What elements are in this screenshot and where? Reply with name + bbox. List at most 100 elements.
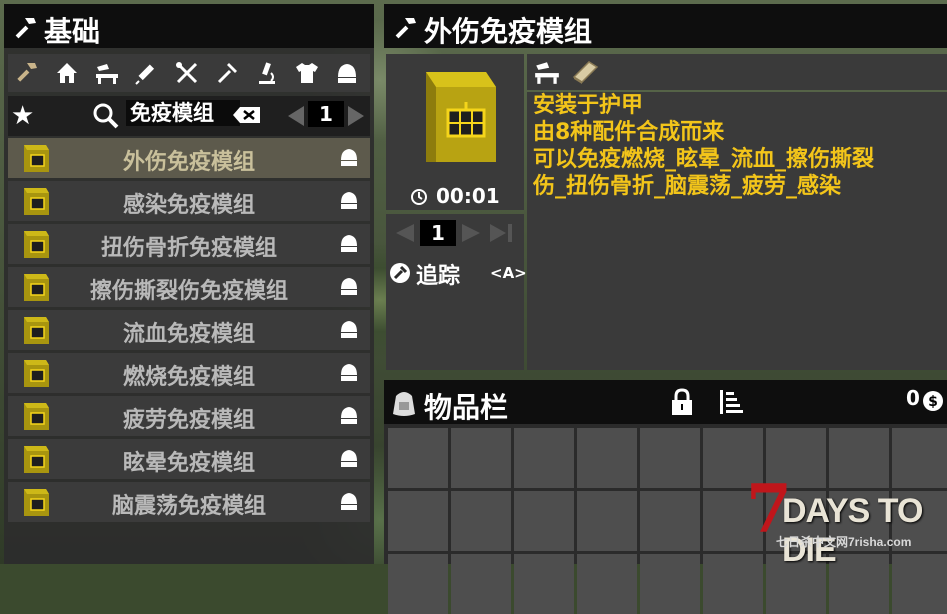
- microscope-icon[interactable]: [252, 58, 282, 88]
- inventory-title: 物品栏: [424, 391, 509, 424]
- shirt-icon[interactable]: [292, 58, 322, 88]
- sort-icon[interactable]: [718, 388, 744, 416]
- inventory-slot[interactable]: [388, 491, 448, 551]
- inventory-slot[interactable]: [514, 428, 574, 488]
- description-line: 可以免疫燃烧_眩晕_流血_擦伤撕裂: [533, 147, 875, 172]
- description-line: 伤_扭伤骨折_脑震荡_疲劳_感染: [533, 174, 842, 199]
- next-page-icon[interactable]: [346, 104, 368, 128]
- svg-text:$: $: [928, 394, 938, 410]
- recipe-row[interactable]: 擦伤撕裂伤免疫模组: [8, 267, 370, 307]
- craft-quantity[interactable]: 1: [420, 220, 456, 246]
- helmet-icon: [341, 235, 357, 252]
- watermark-text: 七日杀中文网7risha.com: [776, 535, 912, 549]
- immunity-mod-icon: [24, 446, 49, 473]
- recipe-row[interactable]: 疲劳免疫模组: [8, 396, 370, 436]
- track-button[interactable]: 追踪: [416, 258, 460, 290]
- helmet-icon: [341, 321, 357, 338]
- qty-prev-icon[interactable]: [392, 222, 416, 244]
- inventory-slot[interactable]: [388, 554, 448, 614]
- description-line: 安装于护甲: [533, 93, 644, 118]
- recipe-label: 擦伤撕裂伤免疫模组: [89, 279, 288, 304]
- recipe-label: 眩晕免疫模组: [122, 451, 255, 476]
- favorite-star-icon[interactable]: ★: [11, 101, 34, 131]
- recipe-label: 外伤免疫模组: [122, 150, 255, 175]
- inventory-slot[interactable]: [640, 428, 700, 488]
- immunity-mod-icon: [24, 145, 49, 172]
- inventory-slot[interactable]: [577, 554, 637, 614]
- recipe-row[interactable]: 扭伤骨折免疫模组: [8, 224, 370, 264]
- inventory-slot[interactable]: [640, 554, 700, 614]
- inventory-slot[interactable]: [892, 428, 947, 488]
- recipe-row[interactable]: 眩晕免疫模组: [8, 439, 370, 479]
- detail-header: 外伤免疫模组: [384, 4, 947, 48]
- inventory-slot[interactable]: [451, 554, 511, 614]
- inventory-slot[interactable]: [514, 554, 574, 614]
- track-hotkey: <A>: [490, 264, 527, 282]
- qty-max-icon[interactable]: [488, 222, 516, 244]
- inventory-slot[interactable]: [703, 554, 763, 614]
- search-row: ★ 免疫模组 1: [8, 96, 370, 136]
- book-icon[interactable]: [571, 59, 599, 85]
- track-icon[interactable]: [389, 262, 411, 284]
- hammer-icon[interactable]: [12, 58, 42, 88]
- inventory-slot[interactable]: [640, 491, 700, 551]
- recipe-label: 脑震荡免疫模组: [111, 494, 266, 519]
- inventory-slot[interactable]: [514, 491, 574, 551]
- crafting-title: 基础: [44, 15, 101, 48]
- inventory-slot[interactable]: [577, 428, 637, 488]
- immunity-mod-icon: [24, 274, 49, 301]
- immunity-mod-icon: [24, 231, 49, 258]
- helmet-icon: [341, 278, 357, 295]
- helmet-icon: [341, 407, 357, 424]
- inventory-slot[interactable]: [451, 428, 511, 488]
- lock-icon[interactable]: [670, 388, 694, 416]
- inventory-slot[interactable]: [577, 491, 637, 551]
- tools-icon[interactable]: [172, 58, 202, 88]
- category-bar: [8, 54, 370, 92]
- hammer-icon: [15, 18, 36, 39]
- fork-icon[interactable]: [212, 58, 242, 88]
- workbench-icon[interactable]: [92, 58, 122, 88]
- description-line: 由8种配件合成而来: [533, 120, 725, 145]
- helmet-icon: [341, 364, 357, 381]
- inventory-slot[interactable]: [829, 428, 889, 488]
- recipe-label: 疲劳免疫模组: [122, 408, 255, 433]
- immunity-mod-icon: [24, 489, 49, 516]
- clock-icon: [411, 189, 427, 205]
- syringe-icon[interactable]: [132, 58, 162, 88]
- immunity-mod-icon: [24, 360, 49, 387]
- backpack-icon: [393, 392, 415, 416]
- recipe-label: 扭伤骨折免疫模组: [100, 236, 277, 261]
- recipe-row[interactable]: 流血免疫模组: [8, 310, 370, 350]
- immunity-mod-icon: [24, 188, 49, 215]
- page-number: 1: [308, 101, 344, 127]
- recipe-label: 燃烧免疫模组: [122, 365, 255, 390]
- house-icon[interactable]: [52, 58, 82, 88]
- inventory-slot[interactable]: [388, 428, 448, 488]
- hammer-icon: [395, 18, 416, 39]
- helmet-icon: [341, 192, 357, 209]
- crafting-header: 基础: [4, 4, 374, 48]
- inventory-header: 物品栏 0 $: [384, 380, 947, 424]
- search-input[interactable]: 免疫模组: [126, 100, 240, 126]
- recipe-row[interactable]: 脑震荡免疫模组: [8, 482, 370, 522]
- coin-count: 0: [906, 386, 920, 410]
- immunity-mod-icon: [426, 72, 496, 162]
- immunity-mod-icon: [24, 317, 49, 344]
- qty-next-icon[interactable]: [460, 222, 484, 244]
- workbench-icon[interactable]: [533, 59, 561, 85]
- craft-time: 00:01: [436, 184, 500, 208]
- recipe-row[interactable]: 燃烧免疫模组: [8, 353, 370, 393]
- clear-search-icon[interactable]: [232, 105, 262, 125]
- prev-page-icon[interactable]: [284, 104, 306, 128]
- coin-icon: $: [923, 391, 943, 411]
- immunity-mod-icon: [24, 403, 49, 430]
- helmet-icon: [341, 149, 357, 166]
- recipe-row[interactable]: 感染免疫模组: [8, 181, 370, 221]
- game-logo: DAYS TO DIE: [782, 492, 923, 569]
- helmet-icon[interactable]: [332, 58, 362, 88]
- helmet-icon: [341, 450, 357, 467]
- inventory-slot[interactable]: [451, 491, 511, 551]
- recipe-row[interactable]: 外伤免疫模组: [8, 138, 370, 178]
- recipe-label: 感染免疫模组: [122, 193, 255, 218]
